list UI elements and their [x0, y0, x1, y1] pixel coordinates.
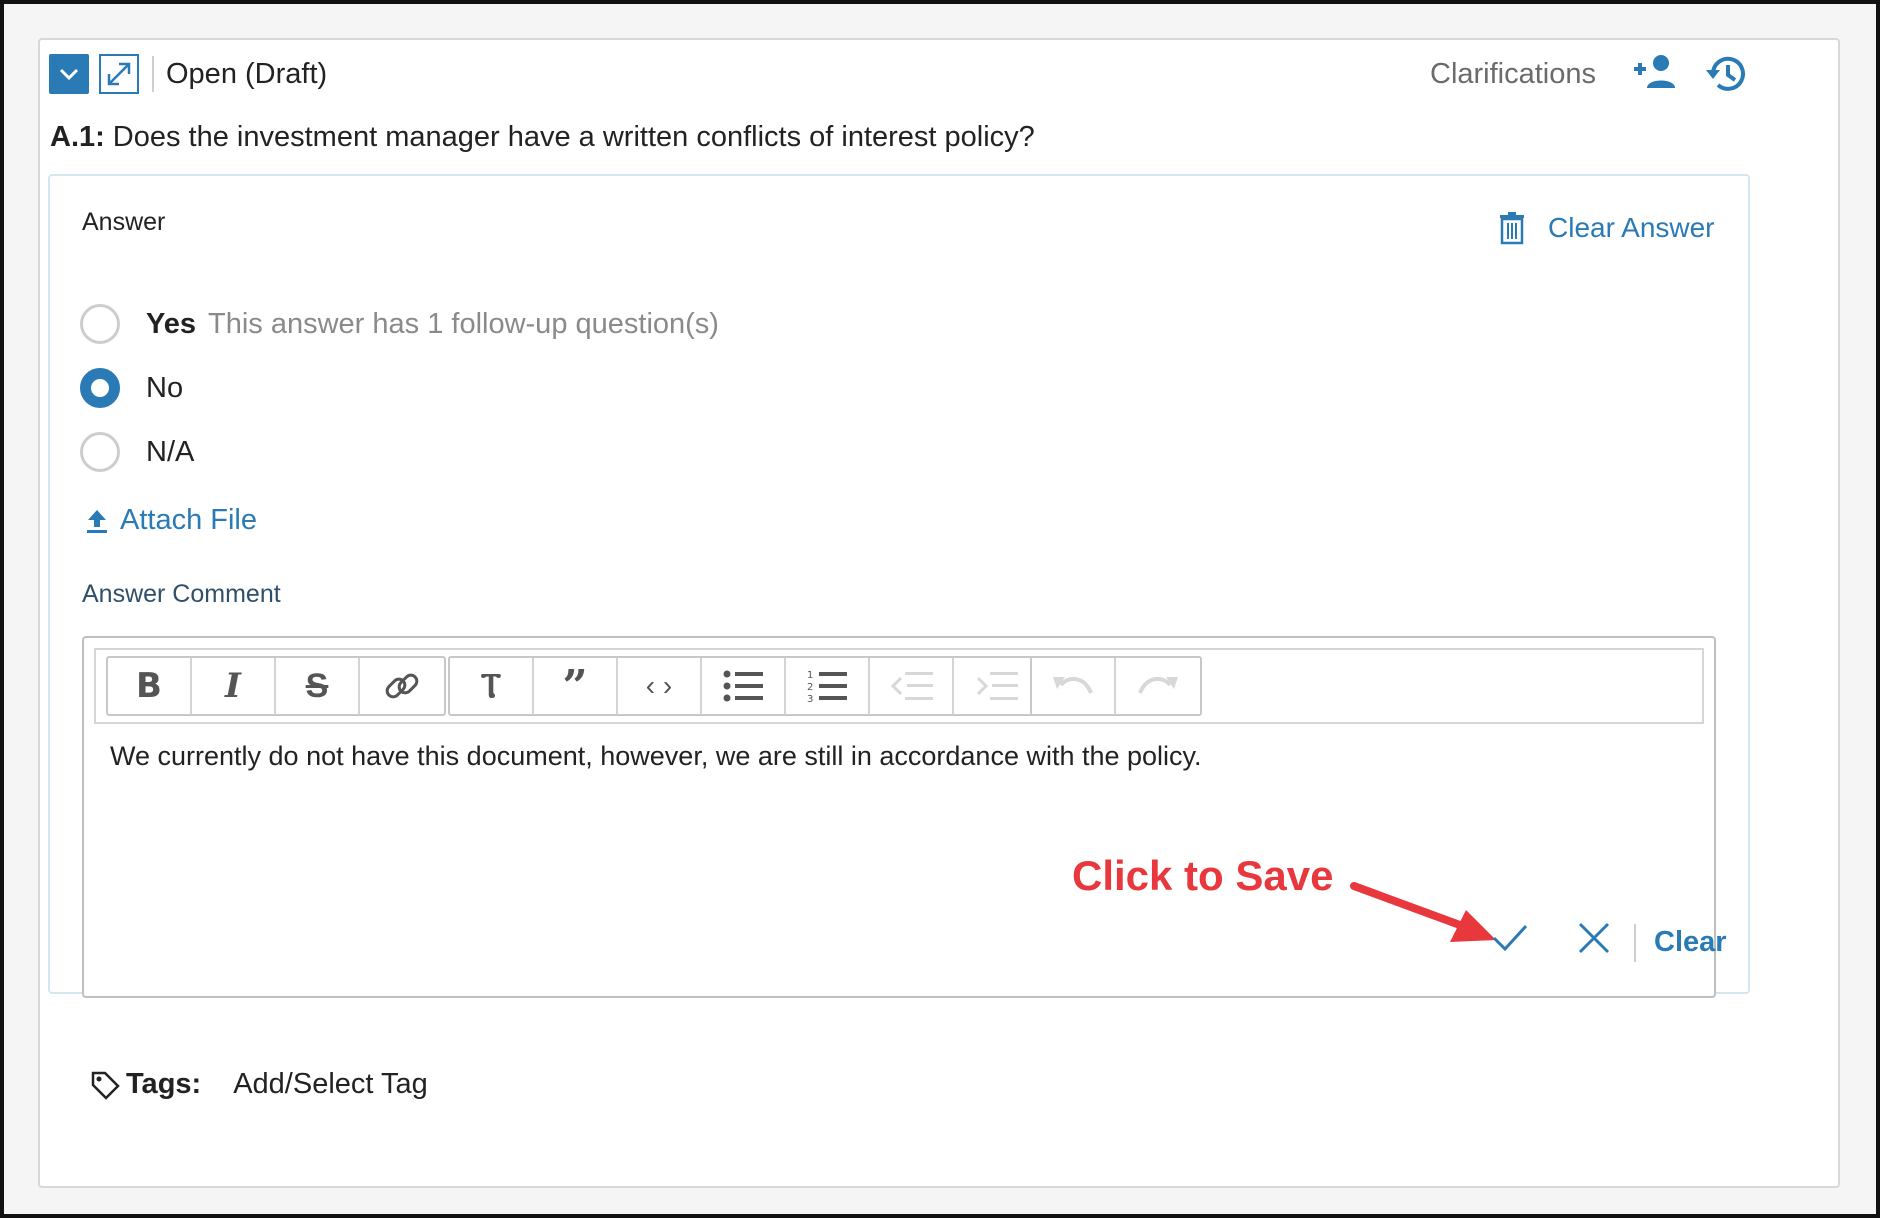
upload-icon	[87, 509, 107, 533]
tags-label: Tags:	[126, 1068, 202, 1100]
add-user-icon[interactable]	[1632, 52, 1678, 92]
bullet-list-icon	[723, 670, 763, 702]
save-annotation: Click to Save	[1072, 852, 1334, 899]
radio-option-no[interactable]: No	[80, 366, 183, 410]
collapse-button[interactable]	[49, 54, 89, 94]
radio-yes[interactable]	[80, 304, 120, 344]
link-button[interactable]	[360, 658, 444, 714]
strikethrough-icon: S	[305, 666, 329, 705]
clear-answer-label: Clear Answer	[1548, 212, 1715, 243]
tag-icon	[91, 1071, 120, 1100]
editor-toolbar: B I S Ⲧ ” ‹ › 1 2 3	[94, 648, 1704, 724]
bold-button[interactable]: B	[108, 658, 192, 714]
toolbar-group-block: Ⲧ ” ‹ › 1 2 3	[448, 656, 1040, 716]
numbered-list-button[interactable]: 1 2 3	[786, 658, 870, 714]
clear-comment-button[interactable]: Clear	[1654, 926, 1727, 959]
trash-icon	[1500, 212, 1524, 245]
history-icon[interactable]	[1704, 52, 1748, 96]
redo-icon	[1138, 676, 1178, 694]
annotation-arrow-icon	[1350, 882, 1496, 942]
follow-up-note: This answer has 1 follow-up question(s)	[208, 307, 719, 340]
toolbar-group-history	[1030, 656, 1202, 716]
cancel-close-icon[interactable]	[1574, 918, 1614, 958]
link-icon	[385, 673, 419, 699]
outdent-button[interactable]	[870, 658, 954, 714]
question-number: A.1:	[50, 121, 105, 153]
radio-yes-label: Yes	[146, 307, 196, 340]
attach-file-button[interactable]: Attach File	[86, 504, 257, 537]
question-text: A.1: Does the investment manager have a w…	[50, 118, 1035, 156]
heading-button[interactable]: Ⲧ	[450, 658, 534, 714]
radio-na[interactable]	[80, 432, 120, 472]
redo-button[interactable]	[1116, 658, 1200, 714]
clarifications-link[interactable]: Clarifications	[1430, 56, 1596, 92]
chevron-down-icon	[59, 68, 79, 81]
radio-no[interactable]	[80, 368, 120, 408]
tags-row: Tags: Add/Select Tag	[90, 1068, 428, 1101]
radio-no-label: No	[146, 371, 184, 404]
save-check-icon[interactable]	[1488, 916, 1532, 960]
bold-icon: B	[136, 666, 162, 706]
svg-text:2: 2	[807, 682, 813, 693]
numbered-list-icon: 1 2 3	[807, 670, 847, 703]
status-label: Open (Draft)	[166, 58, 328, 90]
action-divider	[1634, 924, 1636, 962]
bullet-list-button[interactable]	[702, 658, 786, 714]
code-button[interactable]: ‹ ›	[618, 658, 702, 714]
answer-label: Answer	[82, 208, 166, 236]
question-body: Does the investment manager have a writt…	[112, 121, 1035, 153]
answer-comment-label: Answer Comment	[82, 580, 281, 608]
add-select-tag-link[interactable]: Add/Select Tag	[233, 1068, 428, 1101]
header-divider	[152, 56, 154, 92]
svg-text:3: 3	[807, 694, 813, 703]
comment-textarea[interactable]: We currently do not have this document, …	[110, 738, 1202, 774]
undo-icon	[1053, 676, 1093, 694]
radio-option-na[interactable]: N/A	[80, 430, 194, 474]
italic-icon: I	[225, 666, 241, 706]
code-icon: ‹ ›	[645, 670, 673, 701]
clear-answer-button[interactable]: Clear Answer	[1498, 208, 1715, 248]
quote-icon: ”	[562, 660, 588, 712]
attach-file-label: Attach File	[120, 504, 257, 536]
strikethrough-button[interactable]: S	[276, 658, 360, 714]
svg-text:1: 1	[807, 670, 813, 681]
quote-button[interactable]: ”	[534, 658, 618, 714]
indent-button[interactable]	[954, 658, 1038, 714]
toolbar-group-format: B I S	[106, 656, 446, 716]
heading-icon: Ⲧ	[480, 666, 502, 705]
radio-na-label: N/A	[146, 435, 195, 468]
outdent-icon	[890, 672, 933, 700]
radio-option-yes[interactable]: Yes This answer has 1 follow-up question…	[80, 302, 719, 346]
italic-button[interactable]: I	[192, 658, 276, 714]
expand-icon	[107, 62, 131, 86]
expand-button[interactable]	[99, 54, 139, 94]
undo-button[interactable]	[1032, 658, 1116, 714]
indent-icon	[976, 672, 1018, 700]
